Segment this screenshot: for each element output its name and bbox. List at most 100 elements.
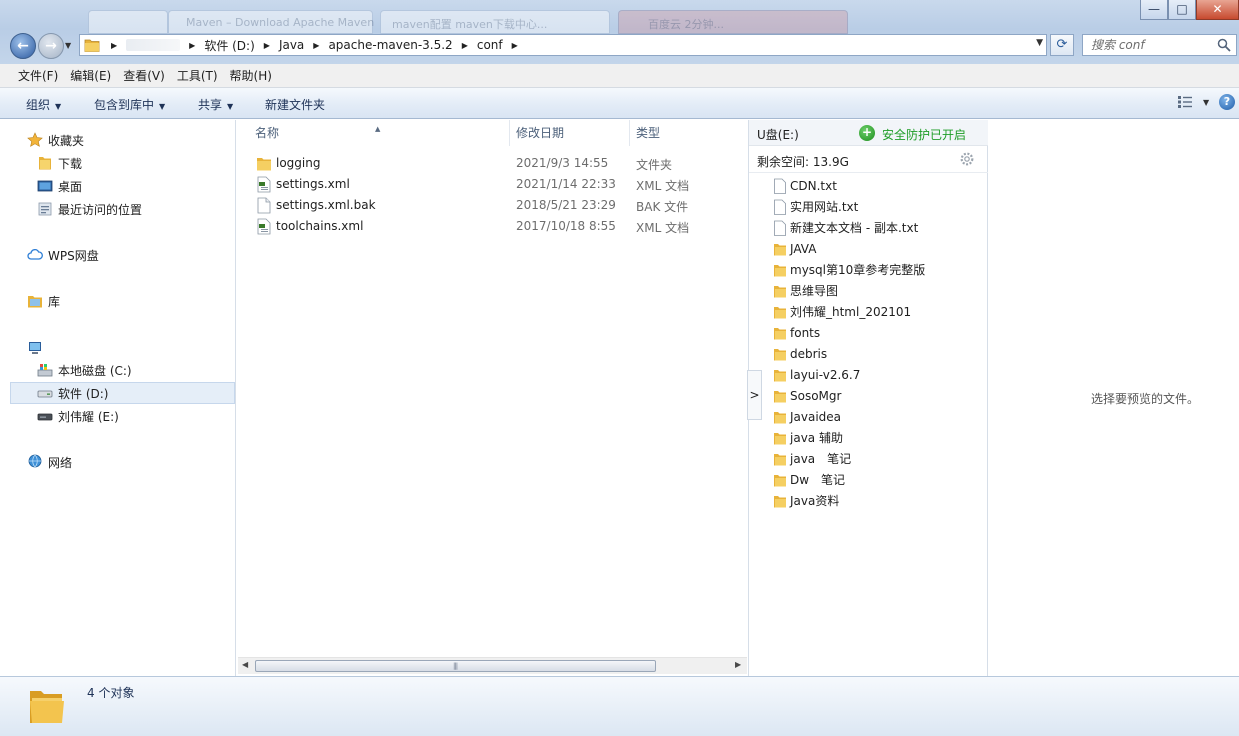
- sidebar-item-drive-c[interactable]: 本地磁盘 (C:): [37, 359, 132, 381]
- file-row[interactable]: logging 2021/9/3 14:55 文件夹: [237, 153, 747, 174]
- column-header-type[interactable]: 类型: [630, 120, 747, 146]
- organize-label: 组织: [26, 98, 51, 112]
- file-row[interactable]: settings.xml.bak 2018/5/21 23:29 BAK 文件: [237, 195, 747, 216]
- breadcrumb-drive-d[interactable]: 软件 (D:): [204, 37, 254, 54]
- item-count: 4 个对象: [87, 686, 135, 700]
- folder-icon: [774, 453, 786, 465]
- usb-list-item[interactable]: java 辅助: [773, 427, 843, 448]
- breadcrumb-conf[interactable]: conf: [477, 38, 503, 52]
- usb-item-label: Javaidea: [790, 409, 842, 424]
- gear-icon[interactable]: [959, 151, 975, 167]
- usb-list-item[interactable]: Dw 笔记: [773, 469, 845, 490]
- drive-icon: [37, 390, 53, 398]
- usb-list-item[interactable]: 刘伟耀_html_202101: [773, 301, 911, 322]
- breadcrumb-arrow-icon[interactable]: ▶: [189, 41, 195, 50]
- folder-icon: [84, 39, 100, 52]
- breadcrumb-maven[interactable]: apache-maven-3.5.2: [328, 38, 452, 52]
- change-view-icon[interactable]: [1177, 95, 1193, 109]
- include-in-library-button[interactable]: 包含到库中 ▼: [94, 96, 165, 113]
- collapse-panel-button[interactable]: >: [747, 370, 762, 420]
- share-button[interactable]: 共享 ▼: [198, 96, 233, 113]
- menu-file[interactable]: 文件(F): [12, 67, 64, 84]
- sidebar-item-favorites[interactable]: 收藏夹: [27, 129, 84, 151]
- sidebar-item-wps-cloud[interactable]: WPS网盘: [27, 244, 99, 266]
- file-type: 文件夹: [636, 158, 673, 172]
- view-options-dropdown-icon[interactable]: ▼: [1203, 98, 1209, 107]
- sidebar-item-recent[interactable]: 最近访问的位置: [37, 198, 142, 220]
- usb-item-label: java 笔记: [790, 452, 852, 466]
- menu-tools[interactable]: 工具(T): [171, 67, 224, 84]
- breadcrumb-arrow-icon[interactable]: ▶: [512, 41, 518, 50]
- close-button[interactable]: ✕: [1196, 0, 1239, 20]
- usb-list-item[interactable]: Javaidea: [773, 406, 841, 427]
- forward-button[interactable]: →: [38, 33, 64, 59]
- usb-list-item[interactable]: mysql第10章参考完整版: [773, 259, 925, 280]
- sidebar-item-libraries[interactable]: 库: [27, 290, 60, 312]
- address-history-dropdown-icon[interactable]: ▼: [1036, 38, 1043, 48]
- usb-list-item[interactable]: fonts: [773, 322, 820, 343]
- minimize-button[interactable]: —: [1140, 0, 1168, 20]
- sidebar-item-downloads[interactable]: 下载: [37, 152, 82, 174]
- horizontal-scrollbar[interactable]: ◀ ||| ▶: [238, 657, 747, 674]
- folder-icon: [774, 285, 786, 297]
- search-box[interactable]: [1082, 34, 1237, 56]
- breadcrumb-arrow-icon[interactable]: ▶: [313, 41, 319, 50]
- usb-list-item[interactable]: 思维导图: [773, 280, 838, 301]
- usb-list-item[interactable]: SosoMgr: [773, 385, 841, 406]
- command-bar: [0, 88, 1239, 119]
- usb-list-item[interactable]: JAVA: [773, 238, 816, 259]
- breadcrumb-java[interactable]: Java: [279, 38, 304, 52]
- sidebar-item-drive-d[interactable]: 软件 (D:): [10, 382, 235, 404]
- navigation-pane: 收藏夹 下载 桌面 最近访问的位置 WPS网盘 库 本地磁盘 (C:) 软件 (…: [0, 120, 236, 676]
- breadcrumb-arrow-icon[interactable]: ▶: [264, 41, 270, 50]
- recent-pages-dropdown-icon[interactable]: ▼: [65, 41, 71, 50]
- usb-list-item[interactable]: CDN.txt: [773, 175, 837, 196]
- grip-icon: |||: [453, 662, 458, 670]
- search-icon[interactable]: [1217, 38, 1231, 52]
- usb-item-label: Dw 笔记: [790, 473, 846, 487]
- usb-list-item[interactable]: layui-v2.6.7: [773, 364, 860, 385]
- folder-icon: [774, 432, 786, 444]
- menu-edit[interactable]: 编辑(E): [64, 67, 117, 84]
- scrollbar-thumb[interactable]: |||: [255, 660, 656, 672]
- address-bar[interactable]: ▶ ▶ 软件 (D:) ▶ Java ▶ apache-maven-3.5.2 …: [79, 34, 1047, 56]
- usb-list-item[interactable]: Java资料: [773, 490, 839, 511]
- include-in-library-label: 包含到库中: [94, 98, 155, 112]
- usb-list-item[interactable]: debris: [773, 343, 827, 364]
- file-row[interactable]: toolchains.xml 2017/10/18 8:55 XML 文档: [237, 216, 747, 237]
- refresh-button[interactable]: ⟳: [1050, 34, 1074, 56]
- usb-list-item[interactable]: 实用网站.txt: [773, 196, 858, 217]
- usb-list-item[interactable]: 新建文本文档 - 副本.txt: [773, 217, 918, 238]
- back-button[interactable]: ←: [10, 33, 36, 59]
- breadcrumb-arrow-icon[interactable]: ▶: [111, 41, 117, 50]
- scroll-right-icon[interactable]: ▶: [735, 660, 741, 669]
- protection-status[interactable]: 安全防护已开启: [882, 126, 966, 143]
- file-icon: [257, 197, 271, 214]
- organize-button[interactable]: 组织 ▼: [26, 96, 61, 113]
- new-folder-button[interactable]: 新建文件夹: [265, 96, 325, 113]
- usb-list-item[interactable]: java 笔记: [773, 448, 851, 469]
- help-button[interactable]: ?: [1219, 94, 1235, 110]
- sidebar-item-computer[interactable]: [27, 337, 48, 359]
- scroll-left-icon[interactable]: ◀: [242, 660, 248, 669]
- search-input[interactable]: [1083, 35, 1213, 55]
- column-header-date[interactable]: 修改日期: [510, 120, 630, 146]
- preview-message: 选择要预览的文件。: [1091, 392, 1200, 406]
- text-file-icon: [774, 199, 786, 215]
- menu-view[interactable]: 查看(V): [117, 67, 171, 84]
- maximize-button[interactable]: □: [1168, 0, 1196, 20]
- column-header-name[interactable]: 名称 ▲: [237, 120, 510, 146]
- file-row[interactable]: settings.xml 2021/1/14 22:33 XML 文档: [237, 174, 747, 195]
- usb-item-label: mysql第10章参考完整版: [790, 263, 926, 277]
- sidebar-item-network[interactable]: 网络: [27, 451, 72, 473]
- menu-help[interactable]: 帮助(H): [224, 67, 278, 84]
- sidebar-item-desktop[interactable]: 桌面: [37, 175, 82, 197]
- folder-icon: [774, 369, 786, 381]
- folder-icon: [30, 691, 64, 723]
- recent-places-icon: [38, 202, 52, 216]
- usb-drive-title: U盘(E:): [757, 128, 799, 142]
- chevron-down-icon: ▼: [55, 102, 62, 111]
- usb-item-label: 实用网站.txt: [790, 200, 859, 214]
- breadcrumb-arrow-icon[interactable]: ▶: [462, 41, 468, 50]
- sidebar-item-drive-e[interactable]: 刘伟耀 (E:): [37, 405, 119, 427]
